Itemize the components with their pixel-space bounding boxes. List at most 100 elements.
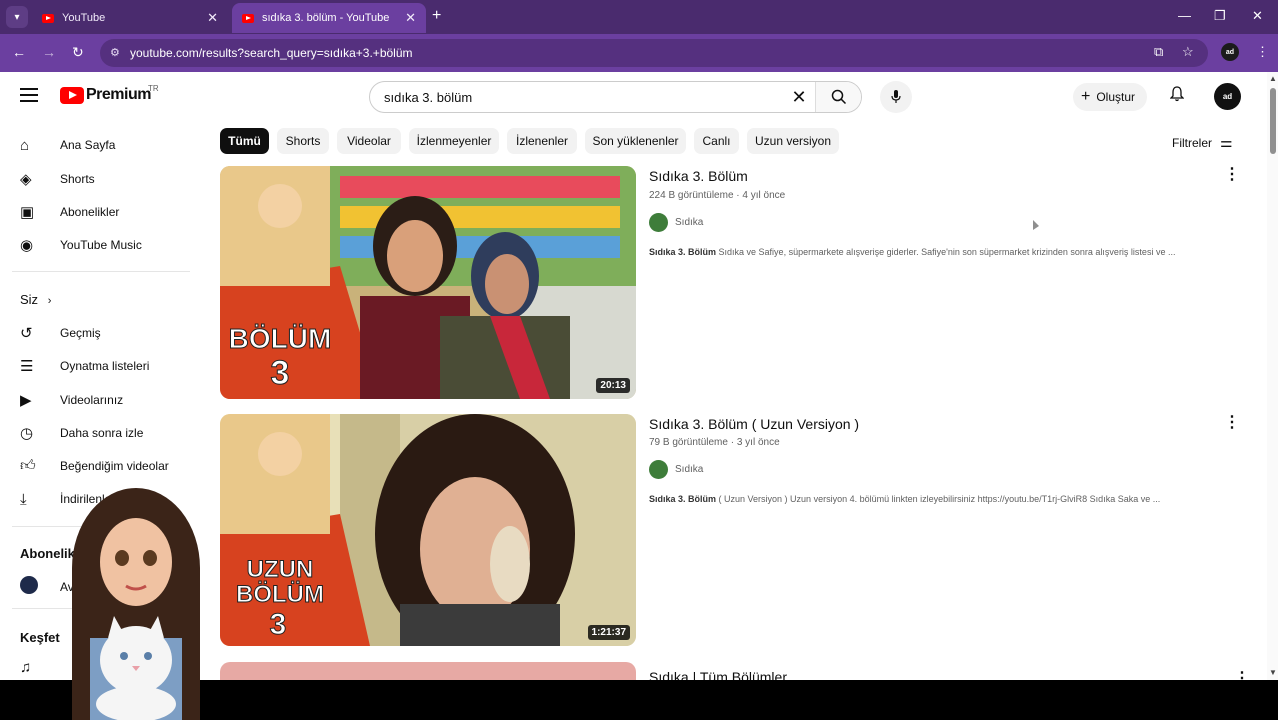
desc-text: ( Uzun Versiyon ) Uzun versiyon 4. bölüm… (716, 494, 1161, 504)
duration-badge: 1:21:37 (587, 625, 630, 640)
create-label: Oluştur (1096, 90, 1136, 104)
chip-all[interactable]: Tümü (220, 128, 269, 154)
chip-shorts[interactable]: Shorts (277, 128, 329, 154)
browser-menu-icon[interactable]: ⋮ (1256, 44, 1269, 60)
browser-toolbar: ← → ↻ ⚙ youtube.com/results?search_query… (0, 34, 1278, 72)
address-bar[interactable]: ⚙ youtube.com/results?search_query=sıdık… (100, 39, 1208, 67)
back-icon[interactable]: ← (12, 44, 26, 60)
menu-icon[interactable] (20, 88, 38, 106)
result-thumbnail[interactable]: UZUN BÖLÜM 3 1:21:37 (220, 414, 636, 646)
divider (12, 271, 190, 272)
youtube-premium-logo[interactable]: Premium TR (60, 84, 159, 104)
sidebar-item-label: Beğendiğim videolar (60, 459, 169, 473)
sidebar-item-label: Abonelikler (60, 205, 120, 219)
result-more-icon[interactable]: ⋮ (1224, 412, 1240, 432)
reload-icon[interactable]: ↻ (72, 44, 84, 61)
you-section-header[interactable]: Siz › (20, 292, 51, 307)
tab-close-icon[interactable]: ✕ (207, 10, 218, 26)
filter-sliders-icon: ⚌ (1220, 134, 1233, 150)
plus-icon: + (1081, 88, 1091, 105)
result-channel[interactable]: Sıdıka (649, 213, 703, 232)
sidebar-item-label: Shorts (60, 172, 95, 186)
tab-title: YouTube (62, 12, 106, 24)
tab-search-button[interactable]: ▾ (6, 6, 28, 28)
duration-badge: 20:13 (596, 378, 630, 393)
thumbnail-image: BÖLÜM 3 (220, 166, 636, 399)
tab-title: sıdıka 3. bölüm - YouTube (262, 12, 390, 24)
result-more-icon[interactable]: ⋮ (1234, 668, 1250, 680)
result-meta: 79 B görüntüleme · 3 yıl önce (649, 437, 780, 448)
thumb-text-line: 3 (270, 608, 287, 641)
install-app-icon[interactable]: ⧉ (1154, 44, 1163, 60)
chip-live[interactable]: Canlı (694, 128, 739, 154)
tab-close-icon[interactable]: ✕ (405, 10, 416, 26)
page-scrollbar[interactable]: ▲ ▼ (1267, 72, 1278, 680)
sidebar-item-history[interactable]: ↺ Geçmiş (0, 316, 195, 350)
result-title[interactable]: Sıdıka 3. Bölüm ( Uzun Versiyon ) (649, 416, 859, 432)
history-icon: ↺ (20, 325, 33, 342)
scroll-thumb[interactable] (1270, 88, 1276, 154)
sidebar-item-liked-videos[interactable]: 👍︎ Beğendiğim videolar (0, 449, 195, 483)
sidebar-item-playlists[interactable]: ☰ Oynatma listeleri (0, 349, 195, 383)
result-more-icon[interactable]: ⋮ (1224, 164, 1240, 184)
search-button[interactable] (815, 82, 861, 112)
sidebar-item-label: Oynatma listeleri (60, 359, 150, 373)
site-info-icon[interactable]: ⚙ (110, 46, 120, 59)
close-window-icon[interactable]: ✕ (1252, 8, 1263, 24)
microphone-icon (891, 90, 901, 103)
tab-youtube[interactable]: YouTube ✕ (32, 3, 228, 33)
result-channel[interactable]: Sıdıka (649, 460, 703, 479)
scroll-down-icon[interactable]: ▼ (1269, 668, 1277, 677)
restore-icon[interactable]: ❐ (1214, 8, 1226, 24)
tab-search-results[interactable]: sıdıka 3. bölüm - YouTube ✕ (232, 3, 426, 33)
home-icon: ⌂ (20, 136, 30, 154)
sidebar-item-label: Daha sonra izle (60, 426, 144, 440)
sidebar-item-label: Geçmiş (60, 326, 101, 340)
logo-text: Premium (86, 86, 151, 103)
clear-search-icon[interactable]: ✕ (783, 87, 815, 108)
chevron-right-icon: › (47, 295, 52, 307)
minimize-icon[interactable]: — (1178, 8, 1191, 23)
thumbnail-image: UZUN BÖLÜM 3 (220, 414, 636, 646)
chip-long-version[interactable]: Uzun versiyon (747, 128, 839, 154)
sidebar-item-youtube-music[interactable]: ◉ YouTube Music (0, 228, 195, 262)
sidebar-item-subscriptions[interactable]: ▣ Abonelikler (0, 195, 195, 229)
result-thumbnail[interactable]: BÖLÜM 3 20:13 (220, 166, 636, 399)
channel-avatar (649, 213, 668, 232)
thumb-text-line: BÖLÜM (236, 581, 324, 608)
screen: ▾ YouTube ✕ sıdıka 3. bölüm - YouTube ✕ … (0, 0, 1278, 720)
sidebar-item-your-videos[interactable]: ▶ Videolarınız (0, 383, 195, 417)
youtube-favicon-icon (242, 13, 254, 23)
sidebar-item-shorts[interactable]: ◈ Shorts (0, 162, 195, 196)
notifications-bell-icon[interactable] (1169, 86, 1185, 106)
search-box: ✕ (369, 81, 862, 113)
new-tab-button[interactable]: + (432, 7, 441, 25)
scroll-up-icon[interactable]: ▲ (1269, 74, 1277, 83)
shorts-icon: ◈ (20, 171, 32, 188)
create-button[interactable]: + Oluştur (1073, 83, 1148, 111)
result-thumbnail[interactable] (220, 662, 636, 680)
chip-videos[interactable]: Videolar (337, 128, 401, 154)
voice-search-button[interactable] (880, 81, 912, 113)
liked-icon: 👍︎ (20, 457, 36, 474)
result-title[interactable]: Sıdıka 3. Bölüm (649, 168, 748, 184)
chip-watched[interactable]: İzlenenler (507, 128, 577, 154)
filters-button[interactable]: Filtreler ⚌ (1172, 134, 1233, 151)
chip-recently-uploaded[interactable]: Son yüklenenler (585, 128, 686, 154)
sidebar-item-home[interactable]: ⌂ Ana Sayfa (0, 128, 195, 162)
sidebar-item-label: Videolarınız (60, 393, 124, 407)
subscriptions-icon: ▣ (20, 204, 35, 221)
chip-unwatched[interactable]: İzlenmeyenler (409, 128, 499, 154)
forward-icon[interactable]: → (42, 44, 56, 60)
bookmark-star-icon[interactable]: ☆ (1182, 44, 1194, 60)
filters-label: Filtreler (1172, 135, 1213, 150)
account-avatar[interactable]: ad (1214, 83, 1241, 110)
result-title[interactable]: Sıdıka | Tüm Bölümler (649, 669, 787, 680)
music-icon: ◉ (20, 237, 34, 254)
logo-region: TR (148, 84, 159, 93)
sidebar-item-watch-later[interactable]: ◷ Daha sonra izle (0, 416, 195, 450)
thumb-text-line: BÖLÜM (229, 323, 332, 354)
search-input[interactable] (370, 89, 783, 105)
browser-profile-avatar[interactable]: ad (1221, 43, 1239, 61)
url-text: youtube.com/results?search_query=sıdıka+… (130, 46, 413, 60)
